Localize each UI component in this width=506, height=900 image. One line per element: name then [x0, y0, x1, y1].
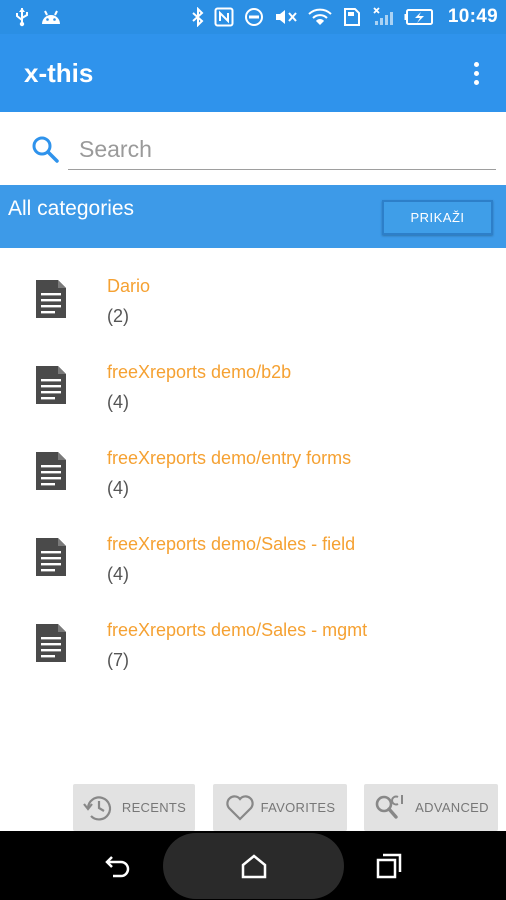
category-name: freeXreports demo/entry forms [107, 448, 352, 468]
prikazi-button[interactable]: PRIKAŽI [382, 200, 493, 235]
wifi-icon [308, 6, 332, 28]
bottom-tabs: RECENTS FAVORITES ADVANCED [0, 784, 506, 831]
document-icon [36, 538, 66, 576]
search-input[interactable] [68, 130, 496, 170]
advanced-tab[interactable]: ADVANCED [364, 784, 498, 831]
history-icon [83, 795, 111, 821]
document-icon [36, 624, 66, 662]
category-count: (4) [107, 392, 129, 412]
category-list: Dario (2) freeXreports demo/b2b (4) free… [0, 258, 506, 688]
list-item[interactable]: freeXreports demo/entry forms (4) [0, 430, 506, 516]
sd-card-icon [342, 6, 362, 28]
recents-tab[interactable]: RECENTS [73, 784, 195, 831]
category-count: (2) [107, 306, 129, 326]
mute-icon [274, 6, 298, 28]
category-name: freeXreports demo/b2b [107, 362, 292, 382]
bluetooth-icon [192, 6, 204, 28]
status-time: 10:49 [447, 6, 498, 27]
app-title: x-this [24, 57, 94, 88]
usb-icon [14, 6, 30, 28]
list-item[interactable]: freeXreports demo/b2b (4) [0, 344, 506, 430]
category-title: All categories [8, 197, 135, 220]
search-bar [0, 112, 506, 184]
document-icon [36, 366, 66, 404]
category-count: (4) [107, 478, 129, 498]
list-item[interactable]: freeXreports demo/Sales - mgmt (7) [0, 602, 506, 688]
category-header: All categories PRIKAŽI [0, 185, 506, 248]
favorites-label: FAVORITES [260, 800, 336, 815]
advanced-search-icon [375, 794, 404, 819]
overflow-menu-icon[interactable] [464, 53, 488, 93]
no-signal-icon [372, 6, 394, 28]
category-count: (7) [107, 650, 129, 670]
category-name: freeXreports demo/Sales - mgmt [107, 620, 368, 640]
advanced-label: ADVANCED [415, 800, 489, 815]
search-icon[interactable] [30, 134, 60, 164]
category-count: (4) [107, 564, 129, 584]
category-name: freeXreports demo/Sales - field [107, 534, 356, 554]
document-icon [36, 452, 66, 490]
nfc-icon [214, 6, 234, 28]
battery-charging-icon [404, 6, 434, 28]
do-not-disturb-icon [244, 6, 264, 28]
heart-icon [225, 794, 254, 821]
document-icon [36, 280, 66, 318]
list-item[interactable]: freeXreports demo/Sales - field (4) [0, 516, 506, 602]
status-bar: 10:49 [0, 0, 506, 34]
recents-label: RECENTS [121, 800, 187, 815]
category-name: Dario [107, 276, 151, 296]
home-icon[interactable] [239, 851, 269, 881]
app-bar: x-this [0, 34, 506, 112]
back-icon[interactable] [103, 851, 133, 881]
list-item[interactable]: Dario (2) [0, 258, 506, 344]
recent-apps-icon[interactable] [374, 851, 404, 881]
android-icon [40, 6, 62, 28]
navigation-bar [0, 831, 506, 900]
favorites-tab[interactable]: FAVORITES [213, 784, 347, 831]
